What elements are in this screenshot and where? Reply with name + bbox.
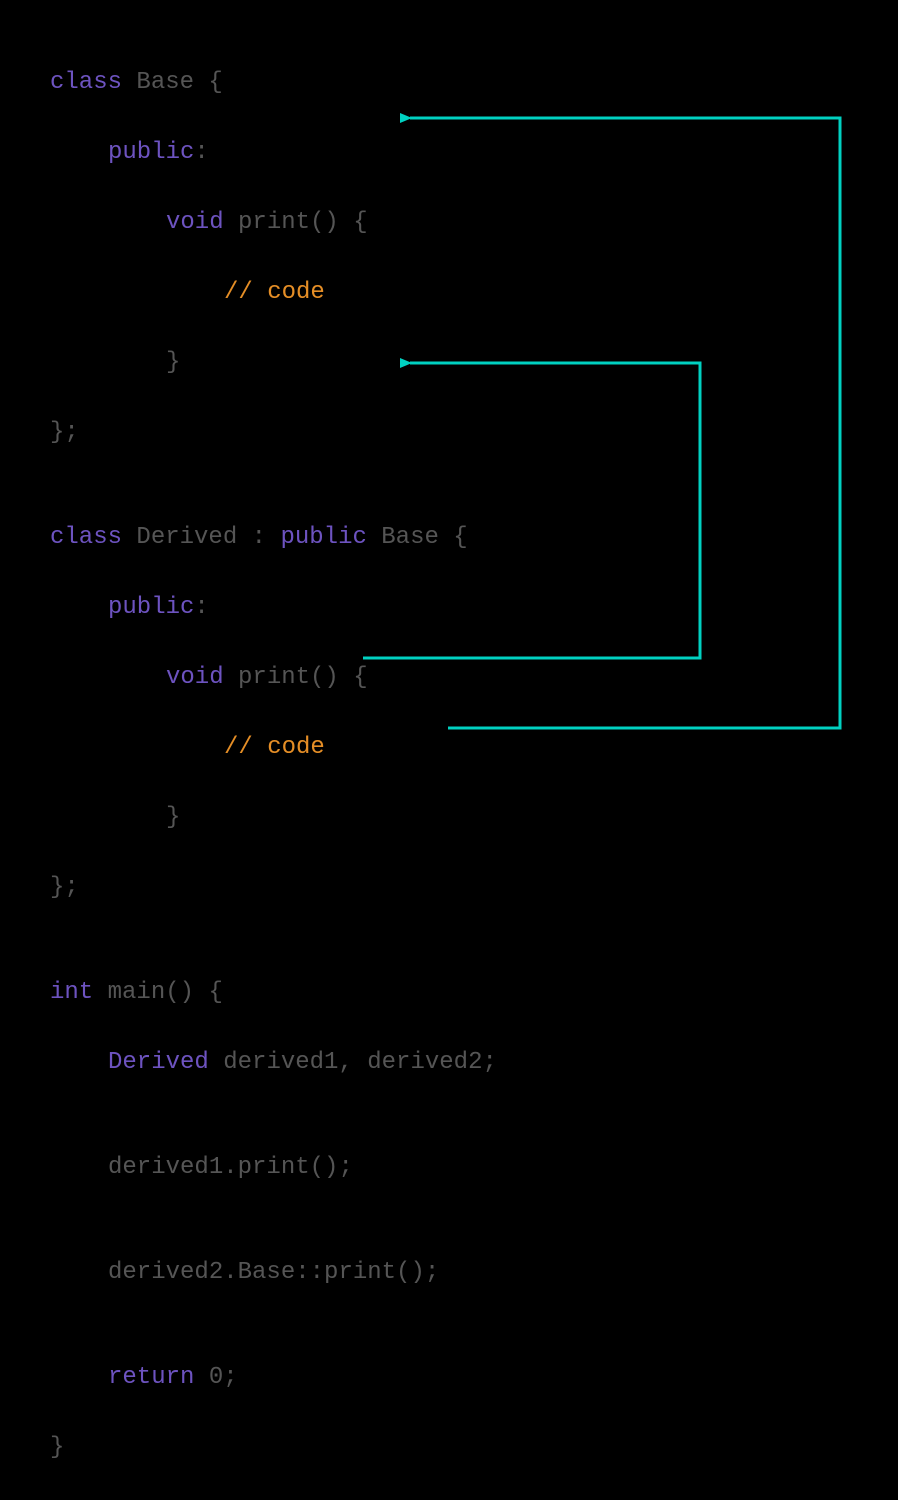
code-line-16: Derived derived1, derived2; [50, 1045, 497, 1080]
code-text: print() { [224, 209, 368, 236]
code-line-22: return 0; [50, 1360, 497, 1395]
keyword-void: void [166, 209, 224, 236]
keyword-int: int [50, 979, 93, 1006]
code-line-20: derived2.Base::print(); [50, 1255, 497, 1290]
code-text: Base { [122, 69, 223, 96]
code-line-18: derived1.print(); [50, 1150, 497, 1185]
code-text: derived1, derived2; [209, 1049, 497, 1076]
code-text: : [194, 594, 208, 621]
code-text: derived2.Base::print(); [108, 1259, 439, 1286]
code-line-3: void print() { [50, 205, 497, 240]
code-block: class Base { public: void print() { // c… [50, 30, 497, 1500]
code-line-5: } [50, 345, 497, 380]
code-line-2: public: [50, 135, 497, 170]
code-text: } [166, 349, 180, 376]
code-text: } [50, 1434, 64, 1461]
code-text: : [194, 139, 208, 166]
keyword-void: void [166, 664, 224, 691]
code-line-1: class Base { [50, 65, 497, 100]
code-text: main() { [93, 979, 223, 1006]
code-comment: // code [224, 279, 325, 306]
code-text: Base { [367, 524, 468, 551]
keyword-class: class [50, 524, 122, 551]
keyword-public: public [108, 594, 194, 621]
keyword-return: return [108, 1364, 194, 1391]
code-line-11: // code [50, 730, 497, 765]
keyword-public: public [280, 524, 366, 551]
code-line-8: class Derived : public Base { [50, 520, 497, 555]
code-text: Derived : [122, 524, 280, 551]
code-line-23: } [50, 1430, 497, 1465]
code-text: } [166, 804, 180, 831]
code-text: 0; [194, 1364, 237, 1391]
code-text: derived1.print(); [108, 1154, 353, 1181]
code-line-9: public: [50, 590, 497, 625]
code-text: }; [50, 419, 79, 446]
code-line-6: }; [50, 415, 497, 450]
code-line-12: } [50, 800, 497, 835]
code-text: print() { [224, 664, 368, 691]
keyword-class: class [50, 69, 122, 96]
code-line-13: }; [50, 870, 497, 905]
code-comment: // code [224, 734, 325, 761]
code-line-4: // code [50, 275, 497, 310]
code-text: }; [50, 874, 79, 901]
code-line-15: int main() { [50, 975, 497, 1010]
code-line-10: void print() { [50, 660, 497, 695]
keyword-type: Derived [108, 1049, 209, 1076]
keyword-public: public [108, 139, 194, 166]
